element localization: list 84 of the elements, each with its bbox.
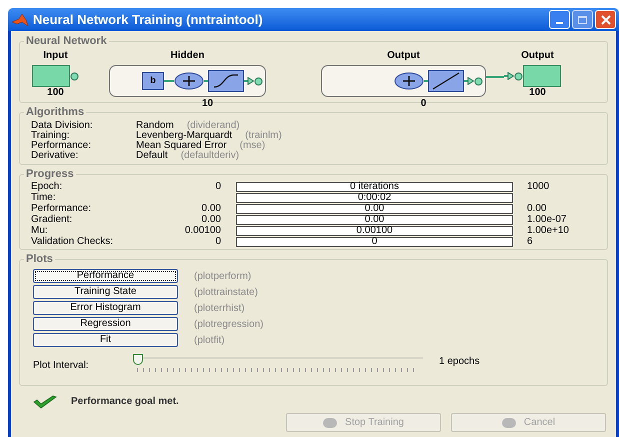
- progress-label: Epoch:: [31, 182, 64, 192]
- algorithm-label: Data Division:: [31, 121, 94, 131]
- minimize-button[interactable]: [549, 10, 570, 29]
- app-icon: [11, 12, 29, 26]
- plot-function: (plotperform): [194, 270, 252, 284]
- layer-size: 10: [202, 98, 214, 110]
- endpoint-label: Output: [521, 50, 554, 62]
- progress-start-value: 0.00: [202, 214, 221, 224]
- algorithm-function: (trainlm): [245, 131, 282, 141]
- progress-end-value: 1.00e+10: [527, 226, 569, 236]
- group-title: Progress: [24, 167, 76, 181]
- group-title: Algorithms: [24, 105, 86, 119]
- plus-icon: [174, 72, 204, 90]
- progress-label: Performance:: [31, 204, 92, 214]
- progress-label: Time:: [31, 192, 56, 202]
- port-icon: [514, 72, 523, 80]
- algorithm-function: (defaultderiv): [180, 151, 240, 161]
- progress-label: Gradient:: [31, 214, 74, 224]
- plot-button[interactable]: Error Histogram: [33, 301, 178, 315]
- connector-line: [486, 76, 504, 78]
- algorithm-value: Default: [136, 151, 168, 161]
- progress-text: 0.00100: [356, 226, 393, 234]
- algorithm-function: (mse): [240, 141, 266, 151]
- progress-end-value: 0.00: [527, 204, 546, 214]
- slider-track[interactable]: [133, 354, 423, 372]
- arrow-icon: [464, 77, 474, 85]
- window-title: Neural Network Training (nntraintool): [33, 12, 263, 28]
- algorithm-function: (dividerand): [186, 121, 240, 131]
- plot-button[interactable]: Performance: [33, 269, 178, 283]
- close-icon: [600, 14, 610, 24]
- progress-end-value: 1.00e-07: [527, 214, 566, 224]
- algorithm-value: Mean Squared Error: [136, 141, 227, 151]
- plot-button[interactable]: Regression: [33, 317, 178, 331]
- progress-text: 0: [372, 238, 378, 246]
- progress-text: 0.00: [364, 204, 384, 212]
- algorithm-label: Performance:: [31, 141, 92, 151]
- port-icon: [70, 72, 79, 80]
- close-button[interactable]: [595, 10, 616, 29]
- plot-function: (plotfit): [194, 334, 225, 348]
- progress-label: Mu:: [31, 226, 49, 236]
- progress-end-value: 1000: [527, 182, 550, 192]
- arrow-icon: [504, 72, 514, 80]
- port-icon: [474, 76, 483, 86]
- endpoint-block: [32, 65, 70, 87]
- plot-button[interactable]: Training State: [33, 285, 178, 299]
- layer-label: Output: [387, 50, 420, 62]
- button-icon: [323, 418, 338, 428]
- endpoint-size: 100: [47, 87, 64, 99]
- plus-icon: [394, 72, 424, 90]
- progress-end-value: 6: [527, 236, 533, 246]
- plot-interval-value: 1 epochs: [439, 355, 480, 369]
- endpoint-size: 100: [529, 87, 546, 99]
- transfer-function-icon: [428, 70, 464, 92]
- minimize-icon: [556, 22, 563, 24]
- arrow-icon: [244, 77, 254, 85]
- endpoint-label: Input: [43, 50, 68, 62]
- progress-text: 0:00:02: [358, 194, 392, 202]
- progress-text: 0 iterations: [350, 182, 399, 190]
- progress-start-value: 0.00100: [184, 224, 221, 236]
- bias-block: b: [142, 72, 164, 90]
- slider-thumb[interactable]: [133, 354, 143, 365]
- progress-start-value: 0: [215, 236, 221, 246]
- plot-interval-label: Plot Interval:: [33, 359, 90, 373]
- plot-function: (plottrainstate): [194, 286, 258, 300]
- progress-text: 0.00: [364, 216, 384, 224]
- plot-button[interactable]: Fit: [33, 333, 178, 347]
- button-icon: [502, 418, 516, 428]
- layer-label: Hidden: [170, 50, 204, 62]
- progress-start-value: 0: [215, 180, 221, 192]
- status-message: Performance goal met.: [71, 395, 179, 409]
- plot-function: (plotregression): [194, 318, 264, 332]
- transfer-function-icon: [208, 70, 244, 92]
- port-icon: [254, 76, 263, 86]
- progress-start-value: 0.00: [202, 202, 221, 214]
- algorithm-label: Training:: [31, 131, 70, 141]
- progress-label: Validation Checks:: [31, 236, 114, 246]
- plot-function: (ploterrhist): [194, 302, 245, 316]
- layer-size: 0: [420, 98, 426, 110]
- maximize-button[interactable]: [572, 10, 593, 29]
- maximize-icon: [578, 16, 587, 24]
- endpoint-block: [523, 65, 561, 87]
- algorithm-value: Levenberg-Marquardt: [136, 131, 232, 141]
- algorithm-value: Random: [136, 121, 174, 131]
- algorithm-label: Derivative:: [31, 151, 80, 161]
